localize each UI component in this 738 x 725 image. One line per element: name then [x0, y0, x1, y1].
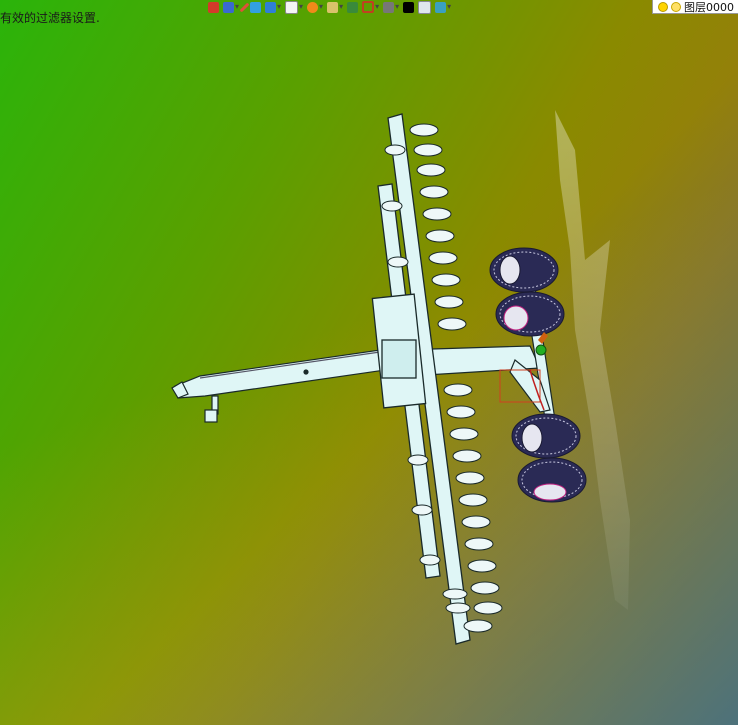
tb-pen[interactable] — [239, 0, 250, 14]
ghost-reflection — [555, 110, 630, 610]
layer-select[interactable]: 图层0000 — [652, 0, 738, 14]
green-fitting — [535, 344, 547, 356]
sun-icon — [671, 1, 681, 12]
chevron-down-icon: ▾ — [235, 2, 240, 11]
chevron-down-icon: ▾ — [447, 2, 452, 11]
tb-frame[interactable]: ▾ — [362, 0, 379, 14]
tb-page[interactable] — [418, 0, 432, 14]
wheel-1 — [489, 247, 559, 293]
tb-color[interactable] — [403, 0, 415, 14]
layer-value: 图层0000 — [684, 0, 734, 14]
light-bulb-icon — [658, 1, 668, 12]
dial-icon — [307, 1, 319, 13]
layers-icon — [435, 1, 447, 13]
tb-cube[interactable]: ▾ — [265, 0, 281, 14]
frame-icon — [362, 1, 375, 13]
tb-material[interactable] — [250, 0, 262, 14]
lamp-icon — [327, 1, 339, 13]
printer-icon — [383, 1, 395, 13]
chevron-down-icon: ▾ — [339, 2, 344, 11]
note-icon — [347, 1, 359, 13]
chevron-down-icon: ▾ — [375, 2, 380, 11]
material-icon — [250, 1, 262, 13]
tb-view-cube[interactable]: ▾ — [285, 0, 303, 14]
tb-lamp[interactable]: ▾ — [327, 0, 343, 14]
tb-note[interactable] — [347, 0, 359, 14]
tb-exit[interactable] — [208, 0, 219, 14]
chevron-down-icon: ▾ — [395, 2, 400, 11]
wheel-3 — [511, 413, 581, 459]
view-cube-icon — [285, 0, 299, 14]
chevron-down-icon: ▾ — [277, 2, 282, 11]
wheel-4 — [517, 457, 587, 503]
render-mode-icon — [223, 1, 234, 13]
wheel-2 — [495, 291, 565, 337]
chevron-down-icon: ▾ — [299, 2, 304, 11]
color-swatch-icon — [403, 1, 415, 13]
chevron-down-icon: ▾ — [319, 2, 324, 11]
tb-layers[interactable]: ▾ — [435, 0, 451, 14]
3d-viewport[interactable]: 有效的过滤器设置. ▾ ▾ ▾ ▾ ▾ ▾ ▾ ▾ 图层0000 — [0, 0, 738, 725]
tb-printer[interactable]: ▾ — [383, 0, 399, 14]
tb-render-mode[interactable]: ▾ — [223, 0, 239, 14]
cube-icon — [265, 1, 277, 13]
tb-dial[interactable]: ▾ — [307, 0, 323, 14]
exit-icon — [208, 1, 219, 13]
drawbar — [171, 349, 386, 423]
harrow-model[interactable] — [0, 0, 738, 725]
status-message: 有效的过滤器设置. — [0, 11, 100, 25]
page-icon — [418, 0, 432, 14]
pen-icon — [239, 2, 250, 12]
